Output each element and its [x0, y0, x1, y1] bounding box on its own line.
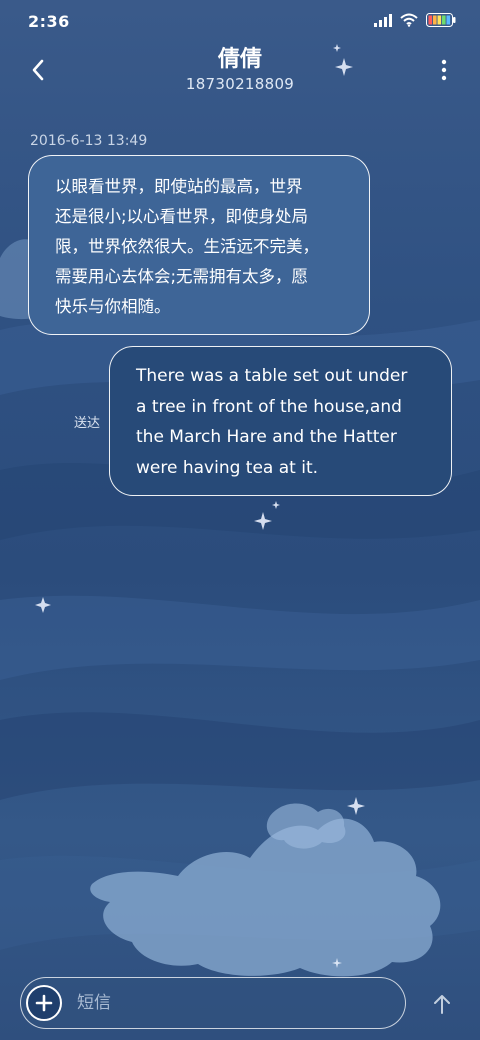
conversation-header: 倩倩 18730218809: [0, 44, 480, 100]
wifi-icon: [400, 13, 418, 27]
contact-name: 倩倩: [217, 47, 262, 72]
incoming-message-bubble[interactable]: 以眼看世界，即使站的最高，世界 还是很小;以心看世界，即使身处局 限，世界依然很…: [28, 155, 370, 335]
message-line: 还是很小;以心看世界，即使身处局: [55, 207, 309, 226]
message-composer: [20, 977, 406, 1029]
plus-icon: [35, 994, 53, 1012]
message-timestamp: 2016-6-13 13:49: [30, 133, 148, 149]
message-line: There was a table set out under: [136, 366, 408, 386]
message-line: the March Hare and the Hatter: [136, 427, 397, 447]
contact-number: 18730218809: [185, 75, 295, 93]
battery-icon: [426, 13, 456, 27]
message-line: a tree in front of the house,and: [136, 396, 402, 417]
delivery-status: 送达: [74, 416, 101, 431]
add-attachment-button[interactable]: [26, 985, 62, 1021]
message-line: 以眼看世界，即使站的最高，世界: [55, 177, 303, 196]
message-input[interactable]: [77, 986, 387, 1020]
contact-title: 倩倩 18730218809: [0, 46, 480, 94]
more-vertical-icon: [441, 59, 447, 81]
status-time: 2:36: [28, 12, 70, 31]
more-options-button[interactable]: [432, 54, 456, 86]
status-icons: [374, 13, 456, 27]
arrow-up-icon: [434, 995, 450, 1014]
message-line: 限，世界依然很大。生活远不完美，: [55, 237, 319, 256]
outgoing-message-bubble[interactable]: There was a table set out under a tree i…: [109, 346, 452, 496]
signal-icon: [374, 13, 392, 27]
message-line: 快乐与你相随。: [55, 297, 171, 316]
status-bar: 2:36: [0, 0, 480, 44]
message-line: were having tea at it.: [136, 457, 319, 478]
send-button[interactable]: [426, 988, 458, 1020]
message-line: 需要用心去体会;无需拥有太多，愿: [55, 267, 309, 286]
